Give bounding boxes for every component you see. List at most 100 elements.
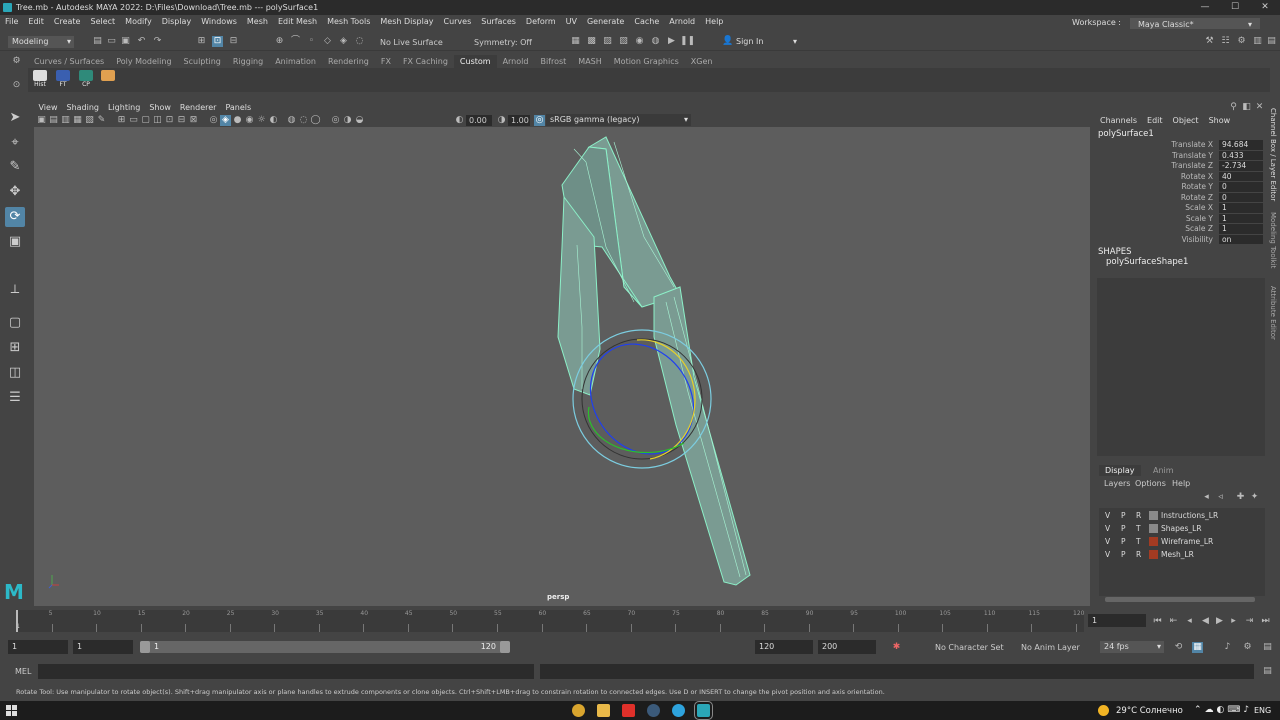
playback-end-field[interactable]: 120	[755, 640, 813, 654]
channel-box-icon[interactable]: ▥	[1252, 36, 1263, 47]
shelf-tab-mash[interactable]: MASH	[572, 55, 607, 68]
mel-input[interactable]	[38, 664, 534, 679]
fps-dropdown[interactable]: 24 fps ▾	[1100, 641, 1164, 653]
channelbox-menu-show[interactable]: Show	[1204, 116, 1236, 125]
chrome-icon[interactable]	[572, 704, 585, 717]
panel-menu-shading[interactable]: Shading	[62, 102, 104, 114]
select-tool-icon[interactable]: ➤	[5, 108, 25, 128]
attr-row[interactable]: Scale Y1	[1095, 213, 1265, 225]
new-layer-icon[interactable]: ✚	[1235, 492, 1246, 503]
layer-tab-anim[interactable]: Anim	[1147, 465, 1180, 476]
tray-icons[interactable]: ⌃☁◐⌨♪	[1194, 705, 1252, 715]
outliner-layout-icon[interactable]: ☰	[5, 388, 25, 408]
shelf-button-hist[interactable]: Hist	[32, 70, 48, 90]
menu-uv[interactable]: UV	[561, 15, 582, 29]
menu-generate[interactable]: Generate	[582, 15, 629, 29]
sign-in-dropdown[interactable]: Sign In ▾	[732, 36, 800, 48]
select-component-icon[interactable]: ⊟	[228, 36, 239, 47]
shelf-tab-curves-surfaces[interactable]: Curves / Surfaces	[28, 55, 110, 68]
anim-prefs-icon[interactable]: ⚙	[1242, 642, 1253, 653]
menu-display[interactable]: Display	[157, 15, 197, 29]
shelf-tab-motion-graphics[interactable]: Motion Graphics	[608, 55, 685, 68]
animation-start-field[interactable]: 1	[8, 640, 68, 654]
resolution-gate-icon[interactable]: ▢	[140, 115, 151, 126]
object-name[interactable]: polySurface1	[1098, 129, 1154, 139]
layer-row[interactable]: V P R Instructions_LR	[1099, 510, 1265, 522]
snap-curve-icon[interactable]: ⌒	[290, 36, 301, 47]
new-layer-selected-icon[interactable]: ✦	[1249, 492, 1260, 503]
maximize-button[interactable]: ☐	[1220, 0, 1250, 15]
pin-icon[interactable]: ⚲	[1228, 102, 1239, 113]
range-bar[interactable]: 1 120	[140, 641, 510, 653]
script-editor-icon[interactable]: ▤	[1262, 666, 1273, 677]
2d-pan-icon[interactable]: ▧	[84, 115, 95, 126]
shelf-tab-arnold[interactable]: Arnold	[497, 55, 535, 68]
layer-row[interactable]: V P T Shapes_LR	[1099, 523, 1265, 535]
layer-color-swatch[interactable]	[1149, 511, 1158, 520]
menu-arnold[interactable]: Arnold	[664, 15, 700, 29]
wireframe-icon[interactable]: ◈	[220, 115, 231, 126]
gamma-field[interactable]: 1.00	[508, 115, 530, 126]
isolate-select-icon[interactable]: ◎	[208, 115, 219, 126]
snap-surface-icon[interactable]: ◈	[338, 36, 349, 47]
redo-icon[interactable]: ↷	[152, 36, 163, 47]
maya-taskbar-icon[interactable]	[694, 701, 713, 720]
symmetry-label[interactable]: Symmetry: Off	[474, 38, 532, 47]
xray-joints-icon[interactable]: ◑	[342, 115, 353, 126]
playblast-icon[interactable]: ▶	[666, 36, 677, 47]
attr-row[interactable]: Scale X1	[1095, 203, 1265, 214]
safe-title-icon[interactable]: ⊠	[188, 115, 199, 126]
field-chart-icon[interactable]: ⊡	[164, 115, 175, 126]
move-layer-up-icon[interactable]: ◂	[1201, 492, 1212, 503]
current-frame-field[interactable]: 1	[1088, 614, 1146, 627]
snap-grid-icon[interactable]: ⊕	[274, 36, 285, 47]
layer-color-swatch[interactable]	[1149, 537, 1158, 546]
scale-tool-icon[interactable]: ▣	[5, 232, 25, 252]
menu-mesh-tools[interactable]: Mesh Tools	[322, 15, 375, 29]
render-view-icon[interactable]: ▩	[586, 36, 597, 47]
panel-menu-renderer[interactable]: Renderer	[175, 102, 221, 114]
menu-modify[interactable]: Modify	[120, 15, 157, 29]
exposure-icon[interactable]: ◐	[454, 115, 465, 126]
step-back-key-icon[interactable]: ⇤	[1168, 616, 1179, 627]
side-tab-attribute-editor[interactable]: Attribute Editor	[1269, 286, 1277, 340]
side-tab-channel-box[interactable]: Channel Box / Layer Editor	[1269, 108, 1277, 201]
menu-cache[interactable]: Cache	[629, 15, 664, 29]
auto-key-icon[interactable]: ✱	[891, 642, 902, 653]
smooth-shade-icon[interactable]: ●	[232, 115, 243, 126]
single-view-icon[interactable]: ▢	[5, 313, 25, 333]
shape-name[interactable]: polySurfaceShape1	[1106, 257, 1188, 267]
shelf-tab-xgen[interactable]: XGen	[685, 55, 719, 68]
layer-row[interactable]: V P R Mesh_LR	[1099, 549, 1265, 561]
last-tool-icon[interactable]: ⟂	[5, 280, 25, 300]
language-indicator[interactable]: ENG	[1254, 706, 1271, 715]
attr-row[interactable]: Visibility on	[1095, 234, 1265, 246]
menu-create[interactable]: Create	[49, 15, 86, 29]
color-management-icon[interactable]: ◎	[534, 115, 545, 126]
attr-row[interactable]: Translate Y 0.433	[1095, 150, 1265, 162]
arnold-render-icon[interactable]: ◍	[650, 36, 661, 47]
minimize-button[interactable]: —	[1190, 0, 1220, 15]
xray-components-icon[interactable]: ◒	[354, 115, 365, 126]
shelf-settings-icon[interactable]: ⚙	[11, 56, 22, 67]
float-icon[interactable]: ◧	[1241, 102, 1252, 113]
menu-help[interactable]: Help	[700, 15, 728, 29]
live-surface-label[interactable]: No Live Surface	[380, 38, 443, 47]
bookmark-icon[interactable]: ▥	[60, 115, 71, 126]
mel-label[interactable]: MEL	[15, 667, 31, 676]
move-tool-icon[interactable]: ✥	[5, 182, 25, 202]
hypershade-icon[interactable]: ◉	[634, 36, 645, 47]
menu-mesh-display[interactable]: Mesh Display	[375, 15, 438, 29]
render-frame-icon[interactable]: ▦	[570, 36, 581, 47]
shelf-tab-sculpting[interactable]: Sculpting	[178, 55, 227, 68]
attr-row[interactable]: Translate X 94.684	[1095, 140, 1265, 151]
exposure-field[interactable]: 0.00	[466, 115, 492, 126]
attribute-editor-icon[interactable]: ☷	[1220, 36, 1231, 47]
layer-color-swatch[interactable]	[1149, 550, 1158, 559]
menu-windows[interactable]: Windows	[196, 15, 242, 29]
paint-select-icon[interactable]: ✎	[5, 157, 25, 177]
layer-row[interactable]: V P T Wireframe_LR	[1099, 536, 1265, 548]
character-set-dropdown[interactable]: No Character Set	[935, 643, 1004, 652]
shelf-button-ft[interactable]: FT	[55, 70, 71, 90]
new-scene-icon[interactable]: ▤	[92, 36, 103, 47]
